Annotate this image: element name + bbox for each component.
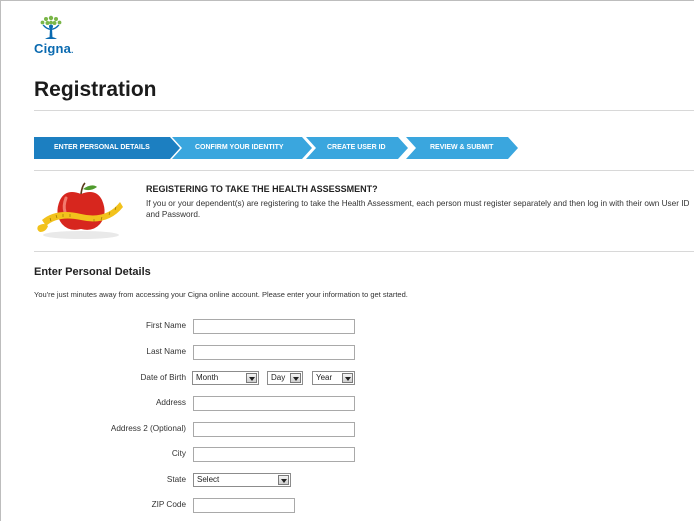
first-name-label: First Name (145, 321, 186, 330)
chevron-down-icon (290, 373, 301, 383)
first-name-row: First Name (0, 319, 694, 335)
city-label: City (171, 449, 186, 458)
zip-code-row: ZIP Code (0, 498, 694, 514)
address-row: Address (0, 396, 694, 412)
last-name-row: Last Name (0, 345, 694, 361)
address-label: Address (155, 398, 186, 407)
section-intro: You're just minutes away from accessing … (34, 290, 408, 299)
registration-steps: ENTER PERSONAL DETAILS CONFIRM YOUR IDEN… (34, 137, 554, 159)
divider (34, 251, 694, 252)
divider (34, 110, 694, 111)
birth-day-select[interactable]: Day (267, 371, 303, 385)
address-2-row: Address 2 (Optional) (0, 422, 694, 438)
step-confirm-identity: CONFIRM YOUR IDENTITY (172, 137, 312, 159)
last-name-input[interactable] (193, 345, 355, 360)
tree-of-life-icon (40, 15, 62, 39)
logo-text: Cigna (34, 41, 72, 56)
address-2-input[interactable] (193, 422, 355, 437)
cigna-logo[interactable]: Cigna. (34, 14, 78, 56)
page-title: Registration (34, 78, 157, 101)
address-2-label: Address 2 (Optional) (110, 424, 186, 433)
step-review-submit: REVIEW & SUBMIT (406, 137, 518, 159)
state-label: State (166, 475, 186, 484)
step-create-user-id: CREATE USER ID (306, 137, 408, 159)
divider (34, 170, 694, 171)
zip-code-label: ZIP Code (151, 500, 186, 509)
apple-measuring-tape-image (37, 182, 123, 239)
section-title: Enter Personal Details (34, 266, 151, 278)
date-of-birth-label: Date of Birth (140, 373, 186, 382)
birth-year-select[interactable]: Year (312, 371, 355, 385)
chevron-down-icon (278, 475, 289, 485)
city-input[interactable] (193, 447, 355, 462)
chevron-down-icon (342, 373, 353, 383)
notice-body: If you or your dependent(s) are register… (146, 199, 690, 219)
notice-heading: REGISTERING TO TAKE THE HEALTH ASSESSMEN… (146, 184, 378, 194)
city-row: City (0, 447, 694, 463)
address-input[interactable] (193, 396, 355, 411)
date-of-birth-row: Date of Birth Month Day Year (0, 371, 694, 387)
step-enter-personal-details: ENTER PERSONAL DETAILS (34, 137, 180, 159)
last-name-label: Last Name (146, 347, 186, 356)
state-row: State Select (0, 473, 694, 489)
birth-month-select[interactable]: Month (192, 371, 259, 385)
zip-code-input[interactable] (193, 498, 295, 513)
state-select[interactable]: Select (193, 473, 291, 487)
first-name-input[interactable] (193, 319, 355, 334)
chevron-down-icon (246, 373, 257, 383)
